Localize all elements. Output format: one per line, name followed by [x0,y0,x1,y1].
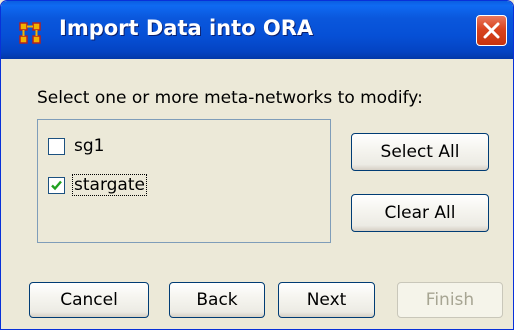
list-item-label: sg1 [74,136,105,156]
cancel-button[interactable]: Cancel [29,282,149,318]
import-dialog: Import Data into ORA Select one or more … [0,0,514,330]
list-item-sg1[interactable]: sg1 [48,133,105,159]
ora-app-icon [19,22,41,44]
next-button[interactable]: Next [278,282,375,318]
checkbox-stargate[interactable] [48,176,65,194]
close-button[interactable] [476,15,507,46]
finish-button: Finish [397,282,503,318]
clear-all-button[interactable]: Clear All [351,194,489,232]
close-icon [483,22,500,39]
checkbox-sg1[interactable] [48,137,65,155]
meta-network-list: sg1 stargate [37,119,331,243]
select-all-button[interactable]: Select All [351,133,489,171]
title-bar[interactable]: Import Data into ORA [1,1,513,59]
back-button[interactable]: Back [169,282,265,318]
checkmark-icon [51,180,62,190]
window-title: Import Data into ORA [59,16,314,40]
instruction-label: Select one or more meta-networks to modi… [37,88,423,108]
list-item-label: stargate [72,174,147,196]
list-item-stargate[interactable]: stargate [48,172,147,198]
